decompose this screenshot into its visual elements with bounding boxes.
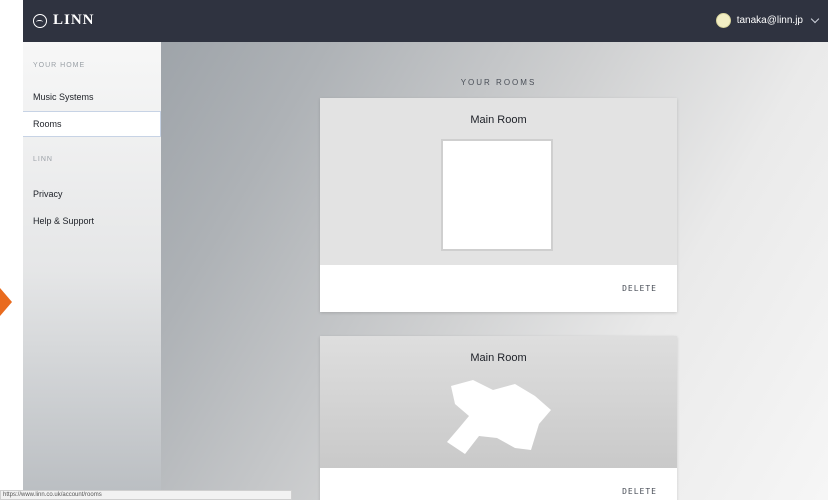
room-card[interactable]: Main Room DELETE	[320, 98, 677, 312]
section-title-your-home: YOUR HOME	[33, 62, 86, 69]
sidebar-item-label: Help & Support	[33, 216, 95, 226]
sidebar-item-help-support[interactable]: Help & Support	[23, 208, 161, 234]
room-image[interactable]	[441, 139, 553, 251]
sidebar-item-label: Rooms	[33, 119, 62, 129]
avatar	[715, 13, 731, 28]
linn-logo[interactable]: LINN	[33, 12, 95, 29]
delete-button[interactable]: DELETE	[622, 284, 657, 293]
chevron-down-icon	[810, 14, 820, 24]
room-card-header: Main Room	[320, 98, 677, 265]
user-menu[interactable]: tanaka@linn.jp	[715, 13, 820, 28]
orange-arrow-icon	[0, 288, 12, 316]
status-bar-url: https://www.linn.co.uk/account/rooms	[0, 490, 292, 500]
sidebar-item-label: Privacy	[33, 189, 63, 199]
page: LINN tanaka@linn.jp YOUR HOME Music Syst…	[0, 0, 828, 500]
page-title: YOUR ROOMS	[460, 78, 537, 87]
sidebar-item-rooms[interactable]: Rooms	[23, 111, 161, 137]
room-card-footer: DELETE	[320, 265, 677, 312]
user-email: tanaka@linn.jp	[736, 15, 803, 26]
sidebar: YOUR HOME Music Systems Rooms LINN Priva…	[23, 42, 161, 500]
delete-button[interactable]: DELETE	[622, 487, 657, 496]
sidebar-item-label: Music Systems	[33, 92, 94, 102]
room-name: Main Room	[470, 352, 527, 364]
linn-account-app: LINN tanaka@linn.jp YOUR HOME Music Syst…	[23, 0, 828, 500]
room-shape-image[interactable]	[443, 376, 553, 462]
section-title-linn: LINN	[33, 156, 53, 163]
brand-name: LINN	[53, 12, 95, 28]
top-bar: LINN tanaka@linn.jp	[23, 0, 828, 42]
sidebar-item-music-systems[interactable]: Music Systems	[23, 84, 161, 110]
room-name: Main Room	[470, 114, 527, 126]
room-card-header: Main Room	[320, 336, 677, 468]
room-card[interactable]: Main Room DELETE	[320, 336, 677, 500]
room-card-footer: DELETE	[320, 468, 677, 500]
sidebar-item-privacy[interactable]: Privacy	[23, 181, 161, 207]
linn-logo-icon	[33, 13, 47, 28]
